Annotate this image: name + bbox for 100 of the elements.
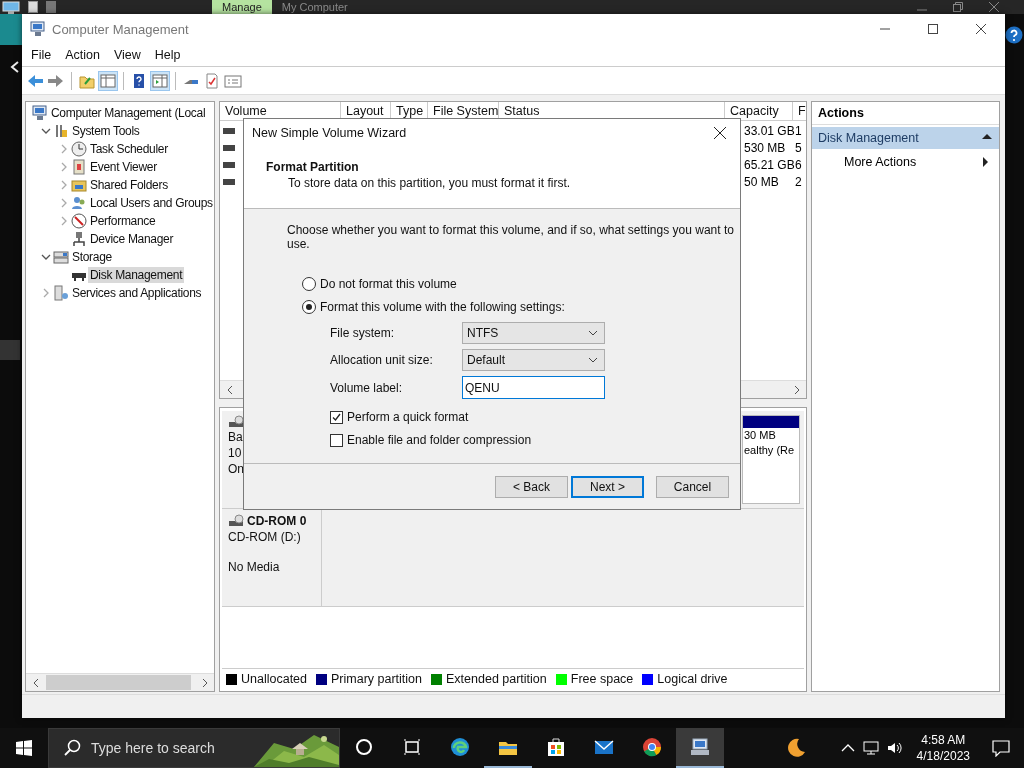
partition-info: 30 MB [743,428,777,443]
checkbox[interactable] [330,433,343,447]
tree-item[interactable]: Shared Folders [88,177,170,193]
wizard-button[interactable]: Next > [571,475,644,498]
checkbox[interactable] [330,410,343,424]
disk-info: On [228,461,245,477]
folder-icon [71,177,87,193]
scrollbar-thumb[interactable] [46,675,191,690]
instruction-text: Choose whether you want to format this volume, and if so, what settings you want to use. [287,223,735,251]
tree-item[interactable]: Computer Management (Local [49,105,208,121]
legend-label: Unallocated [241,672,307,686]
table-cell-text: 6 [795,157,803,172]
network-icon [71,231,87,247]
tools-icon [53,123,69,139]
table-cell-text: 50 MB [743,174,780,189]
computer-icon [690,737,710,757]
table-cell-text: 2 [794,174,803,189]
action-item[interactable]: More Actions [812,151,999,173]
tree-item[interactable]: Local Users and Groups [88,195,214,211]
table-cell-text: 5 [794,140,803,155]
disk-info: Ba [228,429,244,445]
search-icon [63,739,81,757]
table-cell-text: 33.01 GB [743,123,793,138]
disk-info: CD-ROM (D:) [228,529,302,545]
restore-icon[interactable] [952,1,964,13]
table-cell-text: 530 MB [743,140,787,155]
tab[interactable]: Manage [212,0,272,14]
desktop-panel [0,14,22,45]
square-icon [46,1,56,13]
chevron-up-icon[interactable] [840,743,855,753]
computer-icon [30,21,46,37]
menu-item[interactable]: View [106,46,148,64]
partition-block[interactable]: 30 MB ealthy (Re [742,415,800,504]
menu-item[interactable]: Action [58,46,107,64]
checkbox-label: Enable file and folder compression [347,433,532,447]
clock[interactable]: 4:58 AM 4/18/2023 [916,732,970,764]
tree-item[interactable]: Performance [88,213,158,229]
window-title: Computer Management [52,21,189,37]
help-icon[interactable] [1005,26,1023,44]
tree-item[interactable]: Task Scheduler [88,141,170,157]
wizard-button[interactable]: Cancel [656,475,729,498]
taskbar-button[interactable] [676,728,724,768]
clock-icon [71,141,87,157]
menu-item[interactable]: File [24,46,59,64]
search-field[interactable]: Type here to search [48,728,340,768]
option-label: Format this volume with the following settings: [320,300,565,314]
log-icon [71,159,87,175]
tree-item[interactable]: System Tools [70,123,142,139]
tree-item[interactable]: Device Manager [88,231,176,247]
actions-section[interactable]: Disk Management [812,127,999,149]
disk-drive-icon [228,415,246,429]
computer-icon [2,0,20,14]
chevron-icon [588,357,598,363]
close-icon[interactable] [714,127,726,139]
checkbox-label: Perform a quick format [347,410,469,424]
option-label: Do not format this volume [320,277,457,291]
pane-icon[interactable] [151,71,169,90]
desktop-panel [0,340,20,360]
dialog-subheading: To store data on this partition, you must format it first. [288,176,572,190]
field-label: Volume label: [330,380,404,395]
server-icon [53,285,69,301]
tree-item[interactable]: Disk Management [88,267,185,283]
tree-item[interactable]: Services and Applications [70,285,204,301]
chevron-icon [588,330,598,336]
gauge-icon [71,213,87,229]
dialog-heading: Format Partition [266,160,360,174]
volume-icon[interactable] [886,740,903,756]
pane-title: Actions [812,102,999,125]
wizard-button[interactable]: < Back [495,475,568,498]
legend-label: Primary partition [331,672,422,686]
radio-button[interactable] [302,300,316,314]
legend-label: Free space [570,672,634,686]
windows-logo-icon [16,740,32,756]
notification-icon[interactable] [992,739,1010,757]
menu-item[interactable]: Help [147,46,188,64]
legend-label: Logical drive [657,672,728,686]
browser-icon [450,737,470,757]
tab[interactable]: My Computer [271,0,358,14]
cortana-icon [354,737,374,757]
field-label: File system: [330,326,395,340]
browser-icon [642,737,662,757]
store-icon [546,737,566,757]
tree-item[interactable]: Storage [70,249,114,265]
column-header[interactable]: F [793,102,807,120]
network-icon[interactable] [862,740,879,756]
input-field[interactable]: QENU [462,376,605,399]
legend-label: Extended partition [446,672,547,686]
dropdown[interactable]: Default [462,349,605,371]
radio-button[interactable] [302,277,316,291]
dropdown[interactable]: NTFS [462,322,605,344]
table-cell-text: 1 [794,123,803,138]
mail-icon [594,737,614,757]
disk-drive-icon [228,514,246,528]
disk-name: CD-ROM 0 [247,513,307,529]
pane-icon[interactable] [99,71,117,90]
storage-icon [53,249,69,265]
users-icon [71,195,87,211]
checklist-icon[interactable] [203,71,221,90]
tree-item[interactable]: Event Viewer [88,159,159,175]
disk-info: 10 [228,445,243,461]
